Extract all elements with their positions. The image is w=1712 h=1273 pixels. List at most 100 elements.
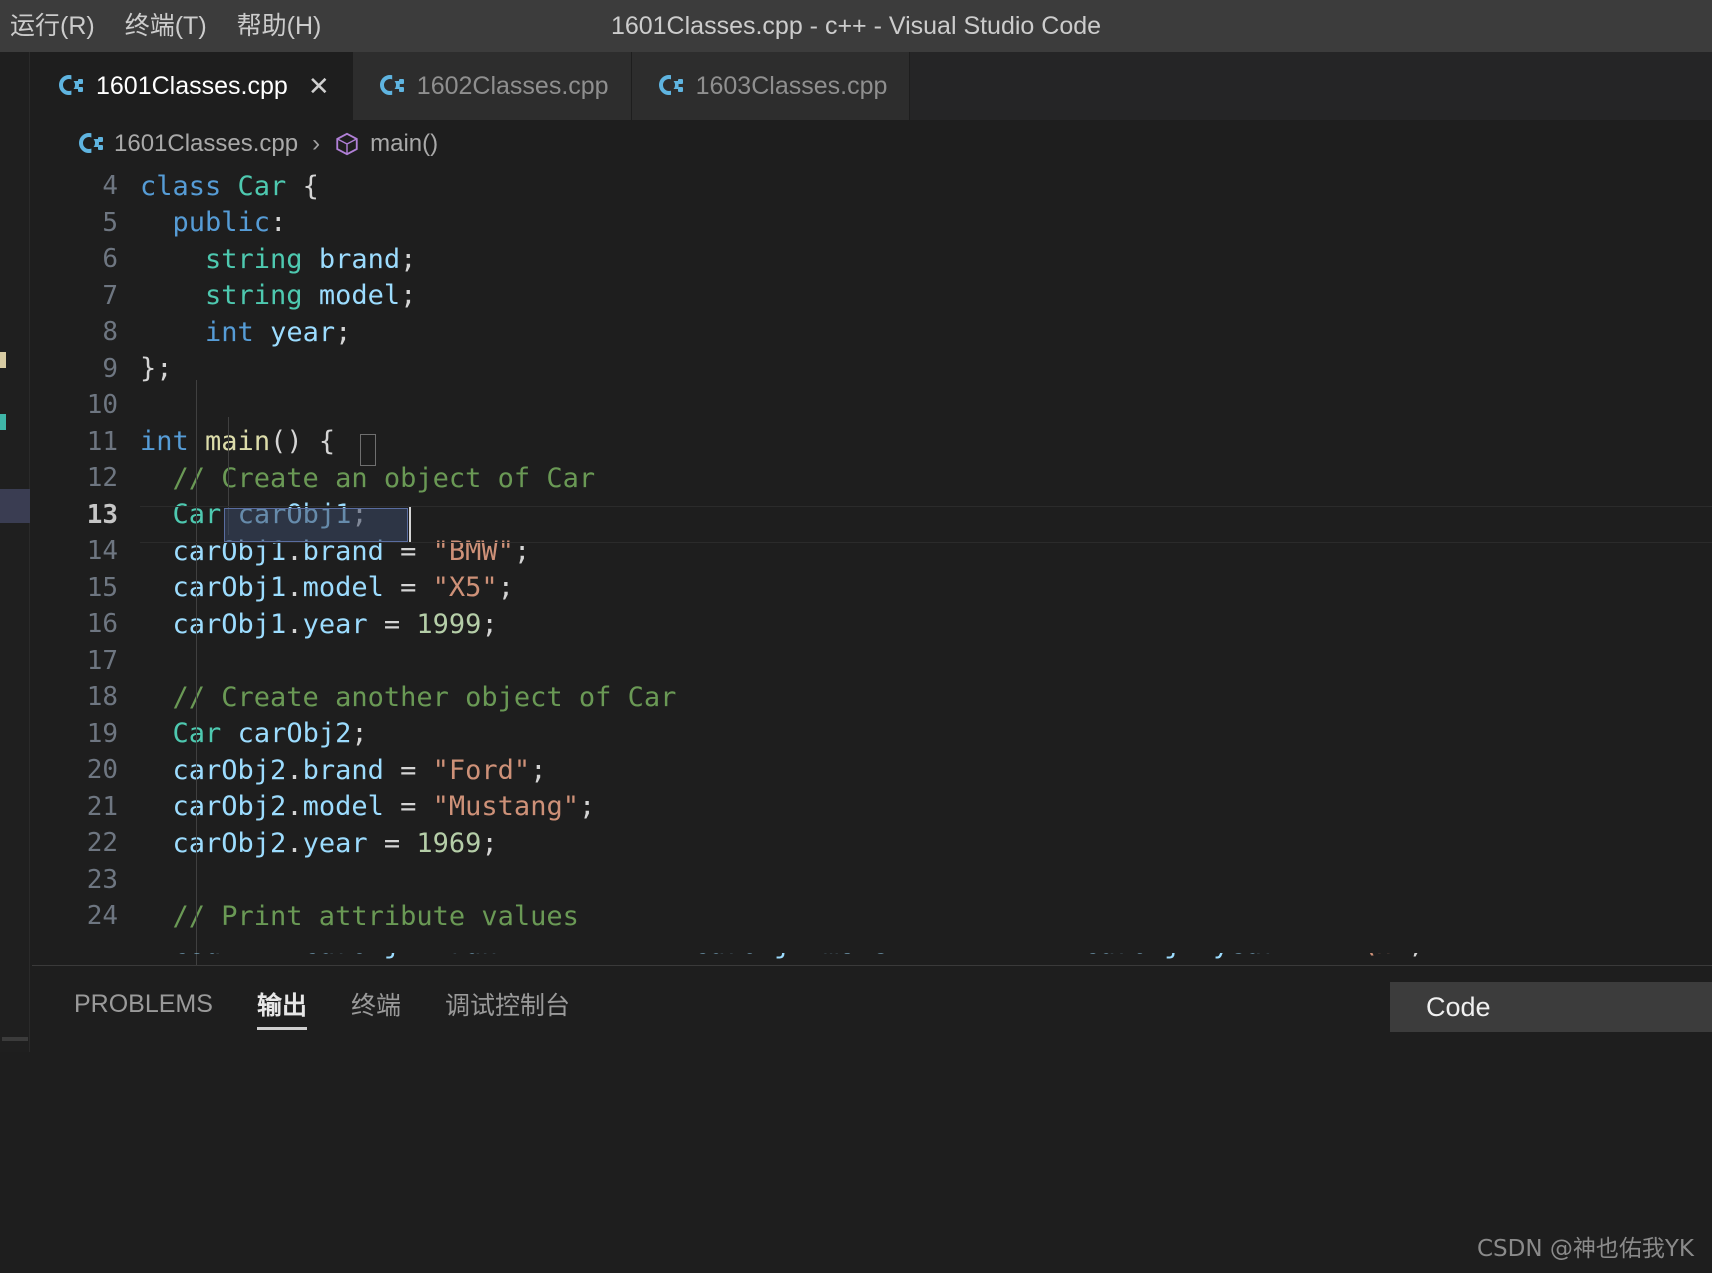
breadcrumb-file[interactable]: 1601Classes.cpp	[114, 130, 298, 158]
panel-tab-terminal[interactable]: 终端	[351, 966, 401, 1042]
line-number: 21	[86, 791, 118, 822]
line-number: 19	[86, 718, 118, 749]
close-icon[interactable]: ✕	[308, 73, 330, 99]
cpp-file-icon	[658, 73, 684, 99]
code-line: 24 // Print attribute values	[32, 898, 1712, 935]
active-line-border-bottom	[140, 542, 1712, 543]
text-cursor	[409, 506, 411, 542]
line-number: 15	[86, 572, 118, 603]
line-content[interactable]: // Print attribute values	[140, 901, 579, 932]
line-number: 20	[86, 755, 118, 786]
breadcrumb: 1601Classes.cpp › main()	[32, 120, 1712, 168]
editor-tab-bar: 1601Classes.cpp ✕ 1602Classes.cpp 1603Cl…	[32, 52, 1712, 120]
menu-bar: 运行(R) 终端(T) 帮助(H)	[0, 13, 322, 39]
code-line: 15 carObj1.model = "X5";	[32, 570, 1712, 607]
line-number: 11	[86, 426, 118, 457]
overview-marker	[0, 414, 6, 430]
tab-1602Classes-cpp[interactable]: 1602Classes.cpp	[352, 52, 632, 120]
line-content[interactable]: class Car {	[140, 171, 319, 202]
code-lines: 4 class Car { 5 public: 6 string brand; …	[32, 168, 1712, 935]
line-number: 24	[86, 901, 118, 932]
code-line: 6 string brand;	[32, 241, 1712, 278]
code-line: 17	[32, 643, 1712, 680]
breadcrumb-symbol[interactable]: main()	[370, 130, 438, 158]
line-content[interactable]: carObj1.year = 1999;	[140, 609, 498, 640]
overview-marker	[0, 352, 6, 368]
code-line: 8 int year;	[32, 314, 1712, 351]
code-line: 18 // Create another object of Car	[32, 679, 1712, 716]
line-content[interactable]: carObj2.model = "Mustang";	[140, 791, 596, 822]
line-content[interactable]: public:	[140, 207, 287, 238]
panel-tab-output[interactable]: 输出	[256, 966, 307, 1042]
code-line: 9 };	[32, 351, 1712, 388]
code-line-clipped: cout << carObj1.brand << " " << carObj1.…	[32, 953, 1712, 965]
code-line: 14 carObj1.brand = "BMW";	[32, 533, 1712, 570]
active-line-border-top	[140, 506, 1712, 507]
code-line-active: 13 Car carObj1;	[32, 497, 1712, 534]
code-line: 4 class Car {	[32, 168, 1712, 205]
tab-label: 1603Classes.cpp	[695, 71, 888, 100]
method-cube-icon	[334, 131, 360, 157]
code-line: 16 carObj1.year = 1999;	[32, 606, 1712, 643]
menu-terminal[interactable]: 终端(T)	[125, 13, 207, 39]
bottom-panel: PROBLEMS 输出 终端 调试控制台 Code	[32, 965, 1712, 1273]
line-number: 14	[86, 536, 118, 567]
line-number: 7	[102, 280, 118, 311]
code-line: 20 carObj2.brand = "Ford";	[32, 752, 1712, 789]
line-content[interactable]: string model;	[140, 280, 416, 311]
line-number: 8	[102, 317, 118, 348]
tab-1601Classes-cpp[interactable]: 1601Classes.cpp ✕	[32, 52, 353, 120]
line-content[interactable]: string brand;	[140, 244, 416, 275]
line-number: 16	[86, 609, 118, 640]
panel-tab-problems[interactable]: PROBLEMS	[74, 966, 213, 1042]
code-line: 10	[32, 387, 1712, 424]
code-line: 7 string model;	[32, 278, 1712, 315]
cpp-file-icon	[379, 73, 405, 99]
line-content[interactable]: carObj1.brand = "BMW";	[140, 536, 531, 567]
adjacent-editor-sliver	[0, 52, 32, 1273]
output-panel-body	[32, 1042, 1712, 1273]
line-content[interactable]: carObj2.year = 1969;	[140, 828, 498, 859]
line-number: 10	[86, 390, 118, 421]
line-content[interactable]: carObj2.brand = "Ford";	[140, 755, 547, 786]
line-content: cout << carObj1.brand << " " << carObj1.…	[140, 953, 1425, 960]
tab-label: 1601Classes.cpp	[96, 71, 288, 100]
code-line: 5 public:	[32, 205, 1712, 242]
line-number: 5	[102, 207, 118, 238]
line-content[interactable]: int main() {	[140, 426, 335, 457]
line-number: 22	[86, 828, 118, 859]
line-number: 17	[86, 645, 118, 676]
code-line: 23	[32, 862, 1712, 899]
output-source-select[interactable]: Code	[1390, 982, 1712, 1032]
code-line: 19 Car carObj2;	[32, 716, 1712, 753]
cpp-file-icon	[78, 131, 104, 157]
line-content[interactable]: int year;	[140, 317, 351, 348]
line-number: 9	[102, 353, 118, 384]
menu-run[interactable]: 运行(R)	[10, 13, 95, 39]
tab-1603Classes-cpp[interactable]: 1603Classes.cpp	[631, 52, 911, 120]
title-bar: 运行(R) 终端(T) 帮助(H) 1601Classes.cpp - c++ …	[0, 0, 1712, 52]
tab-label: 1602Classes.cpp	[416, 71, 609, 100]
panel-tab-bar: PROBLEMS 输出 终端 调试控制台 Code	[32, 966, 1712, 1042]
code-line: 21 carObj2.model = "Mustang";	[32, 789, 1712, 826]
overview-ruler-sliver	[0, 52, 30, 1052]
line-content[interactable]: Car carObj2;	[140, 718, 368, 749]
code-line: 12 // Create an object of Car	[32, 460, 1712, 497]
code-line: 11 int main() {	[32, 424, 1712, 461]
indent-guide	[196, 489, 197, 965]
overview-current-line	[0, 489, 30, 523]
panel-tab-debug-console[interactable]: 调试控制台	[445, 966, 570, 1042]
horizontal-scrollbar-sliver[interactable]	[2, 1037, 28, 1041]
line-number: 13	[86, 499, 118, 530]
line-content[interactable]: Car carObj1;	[140, 499, 368, 530]
line-number: 12	[86, 463, 118, 494]
line-content[interactable]: };	[140, 353, 173, 384]
code-editor[interactable]: 4 class Car { 5 public: 6 string brand; …	[32, 168, 1712, 965]
line-number: 4	[102, 171, 118, 202]
line-number: 6	[102, 244, 118, 275]
line-content[interactable]: // Create an object of Car	[140, 463, 596, 494]
line-number: 18	[86, 682, 118, 713]
menu-help[interactable]: 帮助(H)	[237, 13, 322, 39]
line-content[interactable]: // Create another object of Car	[140, 682, 677, 713]
chevron-right-icon: ›	[312, 130, 321, 157]
